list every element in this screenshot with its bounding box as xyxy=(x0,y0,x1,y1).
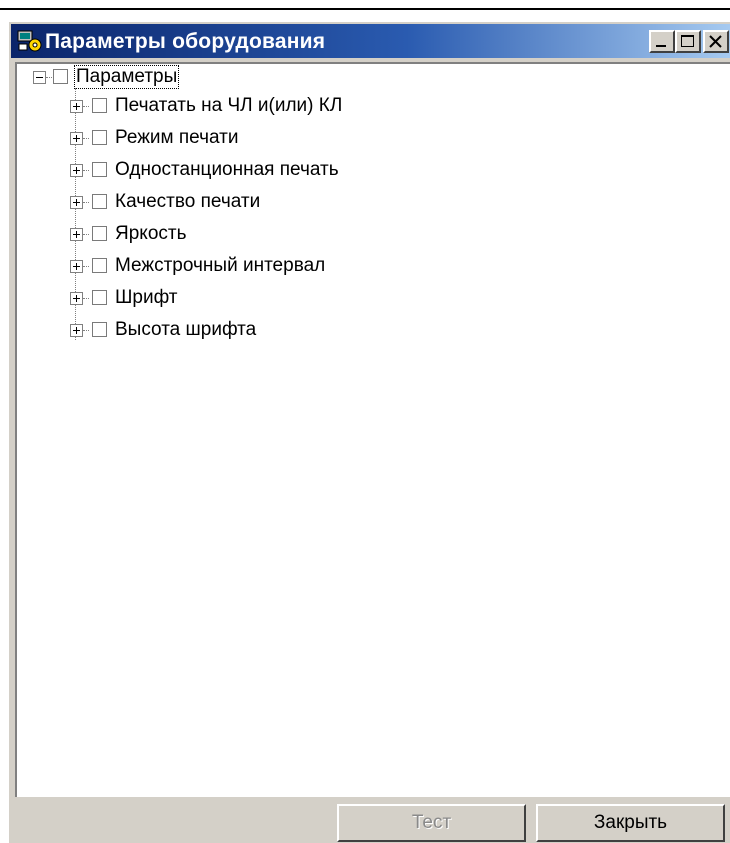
top-border-line xyxy=(0,8,730,10)
close-button[interactable]: Закрыть xyxy=(536,804,725,842)
close-window-button[interactable] xyxy=(703,30,729,53)
tree-item-label[interactable]: Высота шрифта xyxy=(115,319,256,341)
expand-toggle-icon[interactable] xyxy=(70,164,83,177)
expand-toggle-icon[interactable] xyxy=(70,100,83,113)
item-checkbox[interactable] xyxy=(92,322,107,337)
item-checkbox[interactable] xyxy=(92,162,107,177)
tree-root-label[interactable]: Параметры xyxy=(73,65,180,89)
collapse-toggle-icon[interactable] xyxy=(33,71,46,84)
expand-toggle-icon[interactable] xyxy=(70,196,83,209)
close-icon xyxy=(709,35,722,48)
tree-item-label[interactable]: Режим печати xyxy=(115,127,238,149)
item-checkbox[interactable] xyxy=(92,194,107,209)
expand-toggle-icon[interactable] xyxy=(70,324,83,337)
tree-connector-line xyxy=(83,266,89,267)
tree-item-label[interactable]: Межстрочный интервал xyxy=(115,255,325,277)
tree-connector-line xyxy=(83,106,89,107)
tree-item-label[interactable]: Яркость xyxy=(115,223,186,245)
tree-item-label[interactable]: Шрифт xyxy=(115,287,178,309)
expand-toggle-icon[interactable] xyxy=(70,260,83,273)
tree-item-label[interactable]: Печатать на ЧЛ и(или) КЛ xyxy=(115,95,342,117)
tree-connector-line xyxy=(83,202,89,203)
equipment-settings-window: Параметры оборудования Параметры Печатат… xyxy=(7,20,730,843)
expand-toggle-icon[interactable] xyxy=(70,292,83,305)
item-checkbox[interactable] xyxy=(92,130,107,145)
test-button[interactable]: Тест xyxy=(337,804,526,842)
window-title: Параметры оборудования xyxy=(45,30,326,53)
minimize-button[interactable] xyxy=(649,30,675,53)
maximize-button[interactable] xyxy=(675,30,701,53)
minimize-icon xyxy=(656,45,666,47)
maximize-icon xyxy=(681,35,694,47)
button-bar: Тест Закрыть xyxy=(15,799,730,843)
tree-connector-line xyxy=(83,138,89,139)
item-checkbox[interactable] xyxy=(92,98,107,113)
tree-connector-line xyxy=(83,234,89,235)
item-checkbox[interactable] xyxy=(92,226,107,241)
tree-connector-line xyxy=(83,298,89,299)
tree-item-label[interactable]: Одностанционная печать xyxy=(115,159,339,181)
tree-connector-line xyxy=(83,330,89,331)
tree-item-label[interactable]: Качество печати xyxy=(115,191,260,213)
equipment-settings-icon xyxy=(17,30,42,52)
title-bar[interactable]: Параметры оборудования xyxy=(11,24,730,58)
item-checkbox[interactable] xyxy=(92,258,107,273)
root-checkbox[interactable] xyxy=(53,69,68,84)
tree-connector-line xyxy=(83,170,89,171)
tree-connector-line xyxy=(46,77,52,78)
parameters-tree[interactable]: Параметры Печатать на ЧЛ и(или) КЛ Режим… xyxy=(15,62,730,797)
expand-toggle-icon[interactable] xyxy=(70,132,83,145)
expand-toggle-icon[interactable] xyxy=(70,228,83,241)
item-checkbox[interactable] xyxy=(92,290,107,305)
